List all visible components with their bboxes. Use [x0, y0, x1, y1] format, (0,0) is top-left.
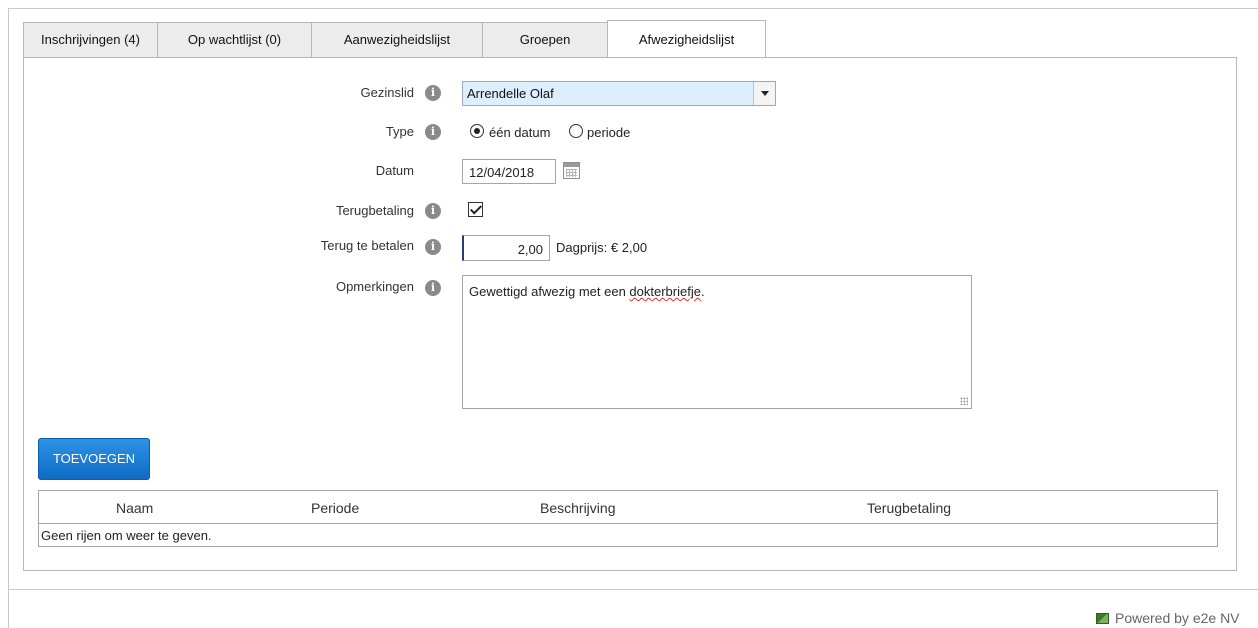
tab-aanwezigheidslijst[interactable]: Aanwezigheidslijst: [311, 22, 483, 58]
tab-op-wachtlijst[interactable]: Op wachtlijst (0): [157, 22, 312, 58]
column-header-terugbetaling[interactable]: Terugbetaling: [867, 500, 951, 516]
member-select[interactable]: Arrendelle Olaf: [462, 81, 776, 106]
amount-label: Terug te betalen: [320, 238, 414, 253]
type-radio-period[interactable]: [569, 124, 583, 138]
info-icon[interactable]: i: [425, 280, 441, 296]
remarks-text-end: .: [700, 284, 705, 299]
refund-checkbox[interactable]: [468, 202, 483, 217]
type-radio-single-date-label: één datum: [489, 125, 551, 140]
tab-groepen[interactable]: Groepen: [482, 22, 608, 58]
info-icon[interactable]: i: [425, 203, 441, 219]
member-label: Gezinslid: [360, 85, 414, 100]
date-input[interactable]: 12/04/2018: [462, 159, 556, 184]
powered-by[interactable]: Powered by e2e NV: [1096, 610, 1240, 626]
e2e-logo-icon: [1096, 613, 1109, 624]
remarks-textarea[interactable]: Gewettigd afwezig met een dokterbriefje.: [462, 275, 972, 409]
type-radio-period-label: periode: [587, 125, 631, 140]
column-header-periode[interactable]: Periode: [311, 500, 359, 516]
absence-table: Naam Periode Beschrijving Terugbetaling …: [38, 490, 1218, 547]
info-icon[interactable]: i: [425, 85, 441, 101]
footer-divider: [9, 589, 1258, 590]
add-button[interactable]: TOEVOEGEN: [38, 438, 150, 480]
remarks-text: Gewettigd afwezig met een: [469, 284, 630, 299]
tab-inschrijvingen[interactable]: Inschrijvingen (4): [23, 22, 158, 58]
remarks-misspelled-word: dokterbriefje: [629, 284, 701, 299]
column-header-beschrijving[interactable]: Beschrijving: [540, 500, 615, 516]
tab-afwezigheidslijst[interactable]: Afwezigheidslijst: [607, 20, 766, 58]
date-label: Datum: [375, 163, 414, 178]
table-header: Naam Periode Beschrijving Terugbetaling: [39, 491, 1217, 524]
calendar-icon[interactable]: [563, 162, 580, 179]
resize-grip-icon[interactable]: [960, 397, 968, 405]
member-select-value: Arrendelle Olaf: [467, 86, 554, 101]
remarks-label: Opmerkingen: [335, 279, 414, 294]
type-radio-single-date[interactable]: [470, 124, 484, 138]
refund-amount-input[interactable]: 2,00: [462, 235, 550, 261]
empty-table-message: Geen rijen om weer te geven.: [41, 528, 212, 543]
column-header-naam[interactable]: Naam: [116, 500, 153, 516]
refund-label: Terugbetaling: [335, 203, 414, 218]
info-icon[interactable]: i: [425, 124, 441, 140]
powered-by-text: Powered by e2e NV: [1115, 610, 1240, 626]
type-label: Type: [385, 124, 414, 139]
info-icon[interactable]: i: [425, 239, 441, 255]
chevron-down-icon[interactable]: [753, 82, 775, 105]
day-price-text: Dagprijs: € 2,00: [556, 240, 648, 255]
